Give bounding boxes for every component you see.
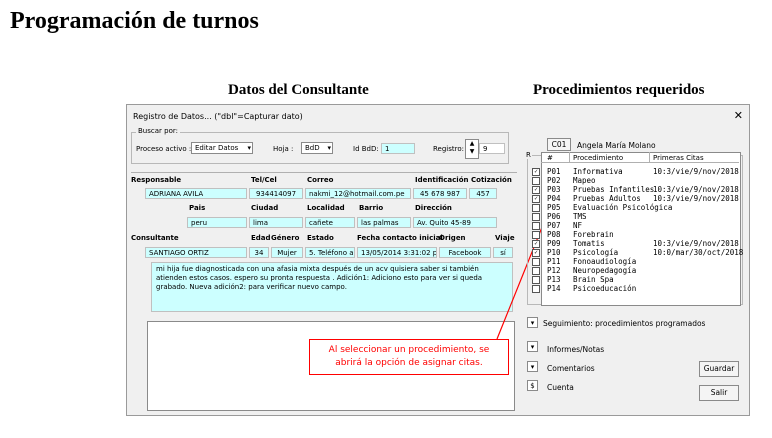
list-header-divider — [541, 162, 739, 163]
procedure-name: Psicología — [573, 248, 619, 257]
patient-name: Angela María Molano — [577, 141, 656, 150]
procedure-code: P05 — [547, 203, 561, 212]
procedure-checkbox[interactable]: ✓ — [532, 195, 540, 203]
procedure-checkbox[interactable] — [532, 267, 540, 275]
guardar-button[interactable]: Guardar — [699, 361, 739, 377]
seguimiento-toggle[interactable]: ▾ — [527, 317, 538, 328]
procedure-checkbox[interactable] — [532, 231, 540, 239]
procedure-checkbox[interactable] — [532, 204, 540, 212]
procedure-name: TMS — [573, 212, 587, 221]
procedure-code: P08 — [547, 230, 561, 239]
procedure-code: P06 — [547, 212, 561, 221]
procedure-checkbox[interactable]: ✓ — [532, 240, 540, 248]
procedure-primeras-citas: 10:0/mar/30/oct/2018 — [653, 248, 744, 257]
comentarios-toggle[interactable]: ▾ — [527, 361, 538, 372]
procedure-primeras-citas: 10:3/vie/9/nov/2018 — [653, 185, 739, 194]
procedure-name: Evaluación Psicológica — [573, 203, 673, 212]
page-title: Programación de turnos — [10, 8, 259, 34]
col-header-number: # — [547, 154, 553, 162]
procedure-code: P14 — [547, 284, 561, 293]
procedure-code: P10 — [547, 248, 561, 257]
registro-window: Registro de Datos... ("dbl"=Capturar dat… — [126, 104, 750, 416]
patient-code-button[interactable]: C01 — [547, 138, 571, 151]
procedure-name: Psicoeducación — [573, 284, 637, 293]
procedure-code: P09 — [547, 239, 561, 248]
procedure-checkbox[interactable] — [532, 213, 540, 221]
procedure-name: Informativa — [573, 167, 623, 176]
cuenta-label: Cuenta — [547, 383, 574, 392]
procedure-name: Tomatis — [573, 239, 605, 248]
cuenta-button[interactable]: $ — [527, 380, 538, 391]
procedure-code: P11 — [547, 257, 561, 266]
procedure-checkbox[interactable]: ✓ — [532, 249, 540, 257]
procedure-code: P07 — [547, 221, 561, 230]
procedure-primeras-citas: 10:3/vie/9/nov/2018 — [653, 239, 739, 248]
col-divider — [649, 152, 650, 163]
procedure-code: P13 — [547, 275, 561, 284]
procedure-name: Neuropedagogía — [573, 266, 637, 275]
col-header-procedimiento: Procedimiento — [573, 154, 624, 162]
col-header-primeras-citas: Primeras Citas — [653, 154, 704, 162]
procedure-primeras-citas: 10:3/vie/9/nov/2018 — [653, 194, 739, 203]
informes-toggle[interactable]: ▾ — [527, 341, 538, 352]
procedure-checkbox[interactable] — [532, 222, 540, 230]
informes-label: Informes/Notas — [547, 345, 605, 354]
procedure-name: Brain Spa — [573, 275, 614, 284]
procedure-code: P12 — [547, 266, 561, 275]
section-title-consultante: Datos del Consultante — [228, 82, 369, 98]
procedure-code: P03 — [547, 185, 561, 194]
col-divider — [569, 152, 570, 163]
procedure-checkbox[interactable]: ✓ — [532, 186, 540, 194]
procedure-code: P02 — [547, 176, 561, 185]
procedure-checkbox[interactable] — [532, 276, 540, 284]
salir-button[interactable]: Salir — [699, 385, 739, 401]
procedure-primeras-citas: 10:3/vie/9/nov/2018 — [653, 167, 739, 176]
procedure-checkbox[interactable]: ✓ — [532, 168, 540, 176]
procedure-name: Fonoaudiología — [573, 257, 637, 266]
procedure-name: Pruebas Infantiles — [573, 185, 655, 194]
procedure-code: P04 — [547, 194, 561, 203]
procedure-checkbox[interactable] — [532, 285, 540, 293]
procedure-checkbox[interactable] — [532, 258, 540, 266]
procedure-name: Pruebas Adultos — [573, 194, 641, 203]
procedure-name: NF — [573, 221, 583, 230]
procedure-name: Forebrain — [573, 230, 614, 239]
seguimiento-label: Seguimiento: procedimientos programados — [543, 319, 706, 328]
comentarios-label: Comentarios — [547, 364, 595, 373]
procedure-name: Mapeo — [573, 176, 596, 185]
section-title-procedimientos: Procedimientos requeridos — [533, 82, 705, 98]
procedure-checkbox[interactable] — [532, 177, 540, 185]
r-label: R — [525, 151, 532, 159]
procedure-code: P01 — [547, 167, 561, 176]
